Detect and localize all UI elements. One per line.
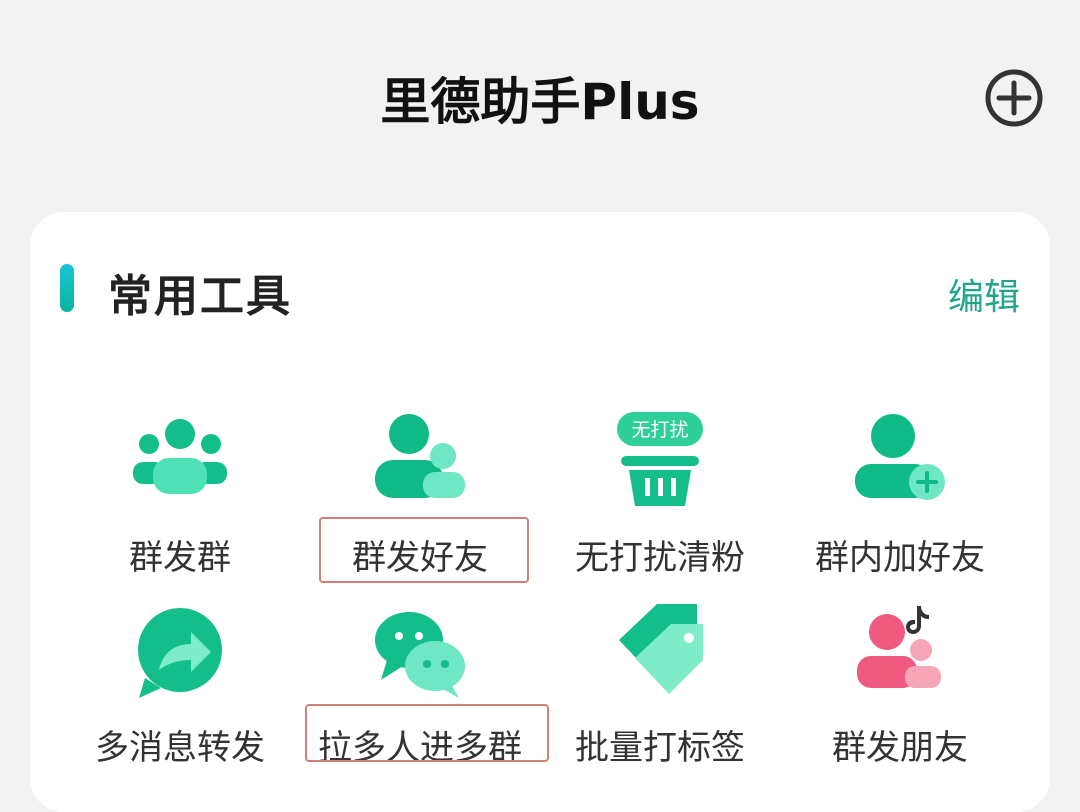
tool-multi-message-forward[interactable]: 多消息转发 [60, 600, 300, 780]
forward-icon [138, 608, 222, 698]
section-title: 常用工具 [108, 271, 292, 322]
douyin-friends-icon [857, 606, 941, 688]
tag-icon [619, 604, 703, 694]
tool-add-friends-in-group[interactable]: 群内加好友 [780, 410, 1020, 590]
tool-group-broadcast[interactable]: 群发群 [60, 410, 300, 590]
tool-label: 群内加好友 [815, 538, 985, 578]
add-user-icon [855, 414, 945, 500]
tools-card: 常用工具 编辑 群发群 群发好友 无打扰 无打扰清粉 群内加好友 多消息转发 拉… [30, 212, 1050, 812]
tool-label: 群发朋友 [832, 728, 968, 768]
basket-badge-text: 无打扰 [631, 419, 688, 441]
basket-icon: 无打扰 [617, 412, 703, 506]
tool-no-disturb-clean[interactable]: 无打扰 无打扰清粉 [540, 410, 780, 590]
edit-button[interactable]: 编辑 [948, 268, 1020, 320]
highlight-box [319, 517, 529, 583]
tool-label: 群发群 [129, 538, 231, 578]
tool-batch-tag[interactable]: 批量打标签 [540, 600, 780, 780]
tool-label: 多消息转发 [95, 728, 265, 768]
tool-broadcast-friends[interactable]: 群发朋友 [780, 600, 1020, 780]
tool-label: 无打扰清粉 [575, 538, 745, 578]
friends-icon [375, 414, 465, 498]
tool-label: 批量打标签 [575, 728, 745, 768]
section-accent-bar [60, 264, 74, 312]
group-icon [133, 419, 227, 494]
highlight-box [305, 704, 549, 762]
plus-circle-icon[interactable] [984, 68, 1044, 128]
page-title: 里德助手Plus [380, 73, 700, 131]
chat-icon [375, 612, 465, 698]
